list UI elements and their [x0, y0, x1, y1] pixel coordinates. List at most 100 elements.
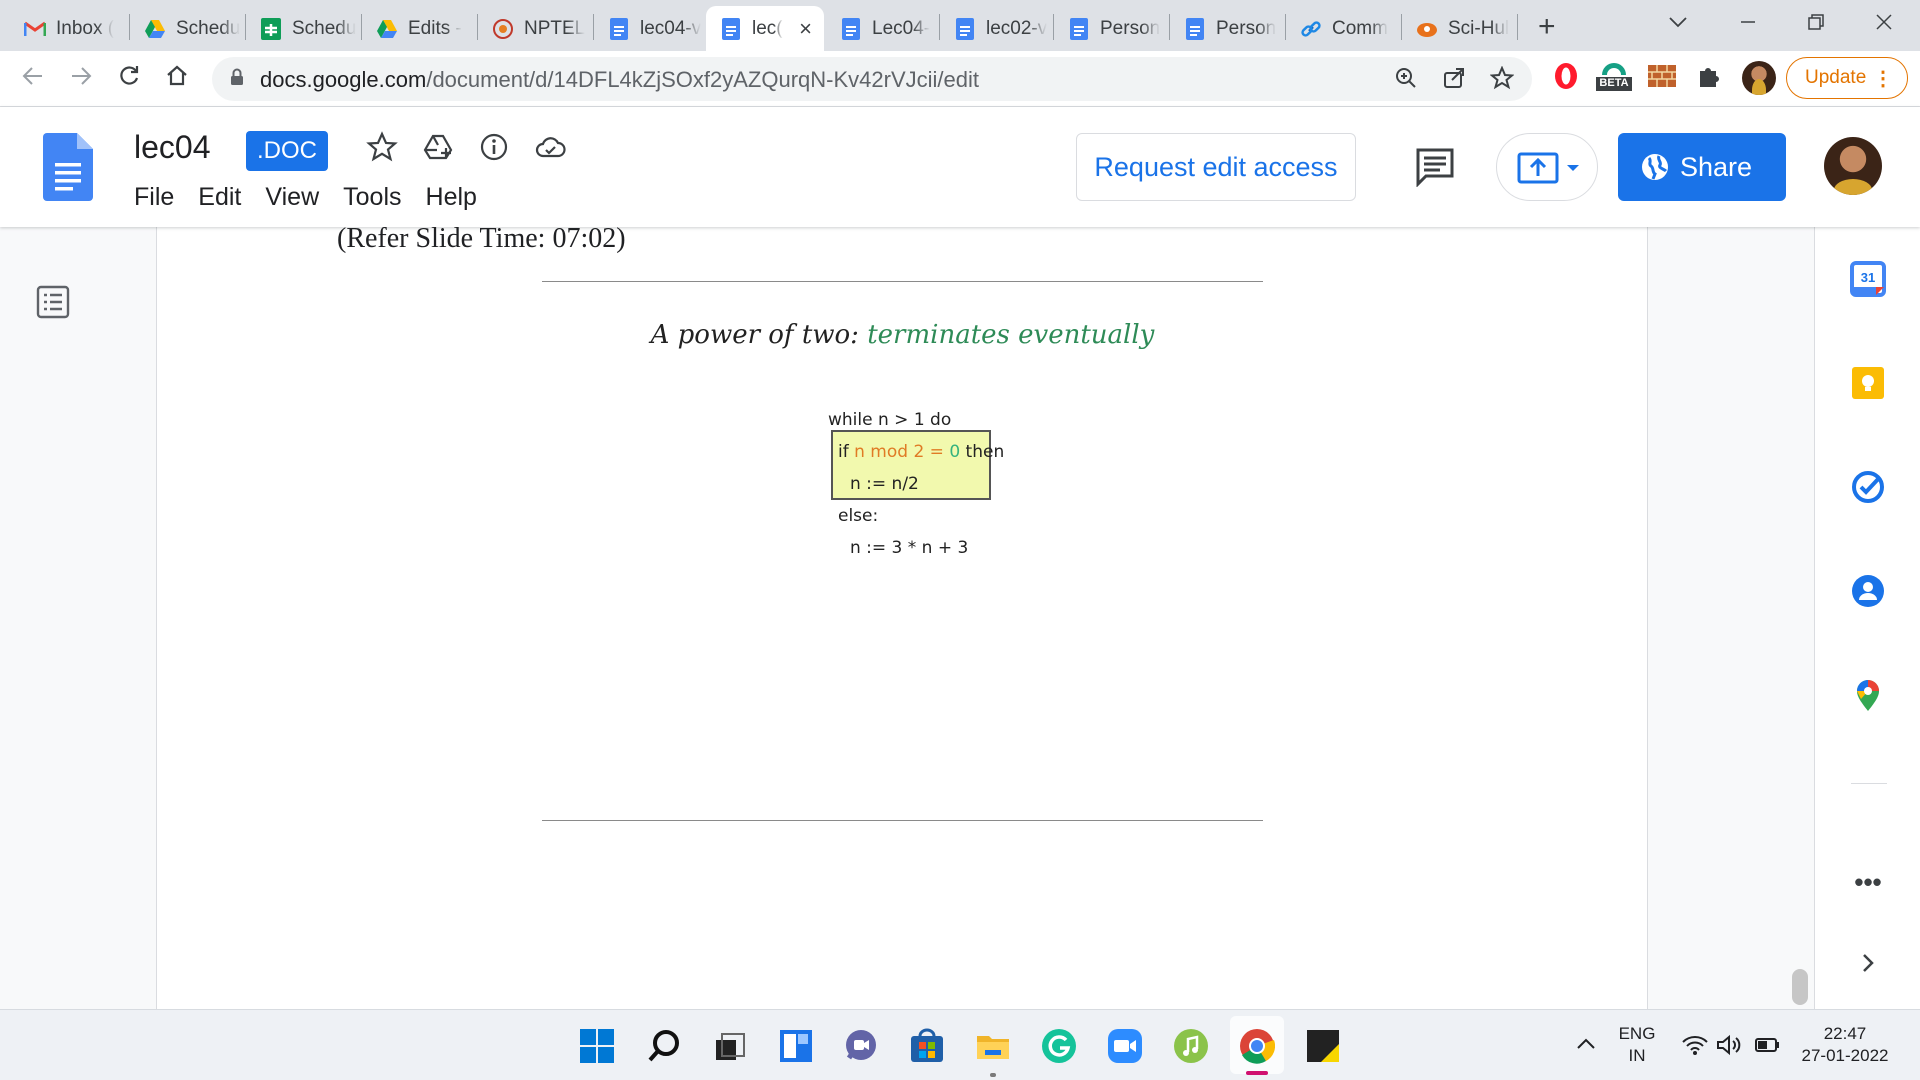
more-horiz-icon[interactable]: •••: [1850, 867, 1886, 903]
google-docs-icon: [1184, 17, 1206, 40]
code-line-while: while n > 1 do: [828, 410, 952, 430]
address-bar[interactable]: docs.google.com/document/d/14DFL4kZjSOxf…: [212, 57, 1532, 101]
docs-header: lec04 .DOC File Edit View Tools Help Req…: [0, 107, 1920, 227]
tab-drive-schedule[interactable]: Schedu: [130, 6, 245, 51]
close-tab-icon[interactable]: ×: [799, 16, 812, 42]
menu-help[interactable]: Help: [426, 183, 477, 212]
tab-docs-person-2[interactable]: Person: [1170, 6, 1285, 51]
document-title[interactable]: lec04: [134, 129, 211, 166]
running-indicator: [990, 1073, 996, 1077]
zoom-icon[interactable]: [1394, 66, 1418, 97]
tab-label: Schedu: [292, 17, 357, 39]
account-avatar[interactable]: [1824, 137, 1882, 195]
google-calendar-icon[interactable]: 31: [1850, 261, 1886, 297]
widgets-icon[interactable]: [778, 1028, 814, 1064]
request-edit-access-button[interactable]: Request edit access: [1076, 133, 1356, 201]
chrome-icon[interactable]: [1239, 1028, 1276, 1064]
tab-sheets-schedule[interactable]: Schedu: [246, 6, 361, 51]
profile-avatar[interactable]: [1742, 61, 1776, 95]
menu-view[interactable]: View: [265, 183, 319, 212]
reload-icon[interactable]: [116, 63, 142, 96]
opera-extension-icon[interactable]: [1552, 61, 1580, 96]
tab-docs-lec04-v[interactable]: lec04-v: [594, 6, 706, 51]
tab-docs-lec04[interactable]: Lec04-: [826, 6, 938, 51]
comment-history-icon[interactable]: [1414, 145, 1456, 187]
zoom-app-icon[interactable]: [1107, 1028, 1143, 1064]
volume-icon[interactable]: [1716, 1034, 1752, 1070]
star-icon[interactable]: [366, 131, 398, 163]
forward-arrow-icon[interactable]: [68, 63, 94, 96]
google-tasks-icon[interactable]: [1850, 469, 1886, 505]
wifi-icon[interactable]: [1682, 1034, 1718, 1070]
document-outline-icon[interactable]: [36, 285, 70, 319]
new-tab-plus-icon[interactable]: +: [1538, 10, 1556, 44]
tab-label: Person: [1100, 17, 1161, 39]
close-window-icon[interactable]: [1874, 12, 1894, 38]
present-button[interactable]: [1496, 133, 1598, 201]
lock-icon[interactable]: [230, 68, 244, 86]
code-line-if: if n mod 2 = 0 then: [838, 442, 1004, 462]
tab-docs-person-1[interactable]: Person: [1054, 6, 1169, 51]
tab-docs-lec04-active[interactable]: lec( ×: [706, 6, 824, 51]
task-view-icon[interactable]: [712, 1028, 748, 1064]
teams-chat-icon[interactable]: [843, 1028, 879, 1064]
menu-edit[interactable]: Edit: [198, 183, 241, 212]
file-explorer-icon[interactable]: [975, 1028, 1011, 1064]
tab-label: Inbox (: [56, 17, 115, 39]
sticky-notes-icon[interactable]: [1305, 1028, 1341, 1064]
update-label: Update: [1805, 67, 1867, 88]
move-to-drive-icon[interactable]: [422, 131, 454, 163]
google-keep-icon[interactable]: [1850, 365, 1886, 401]
google-maps-icon[interactable]: [1850, 677, 1886, 713]
browser-tab-strip: Inbox ( Schedu Schedu Edits - NPTEL lec0…: [0, 0, 1920, 51]
tab-gmail-inbox[interactable]: Inbox (: [10, 6, 128, 51]
share-button[interactable]: Share: [1618, 133, 1786, 201]
chevron-right-icon[interactable]: [1850, 945, 1886, 981]
present-icon: [1517, 152, 1579, 184]
browser-toolbar: docs.google.com/document/d/14DFL4kZjSOxf…: [0, 51, 1920, 107]
google-docs-logo-icon[interactable]: [43, 133, 93, 201]
back-arrow-icon[interactable]: [20, 63, 46, 96]
menu-bar: File Edit View Tools Help: [134, 183, 501, 212]
tab-drive-edits[interactable]: Edits -: [362, 6, 477, 51]
clock-date: 27-01-2022: [1801, 1046, 1889, 1065]
more-vert-icon[interactable]: ⋮: [1873, 66, 1893, 91]
minimize-icon[interactable]: [1738, 12, 1758, 38]
tab-comm[interactable]: Comm: [1286, 6, 1401, 51]
grammarly-icon[interactable]: [1041, 1028, 1077, 1064]
windows-start-icon[interactable]: [579, 1028, 615, 1064]
cloud-saved-icon[interactable]: [534, 131, 566, 163]
windows-taskbar: ENG IN 22:47 27-01-2022: [0, 1009, 1920, 1080]
vertical-scrollbar-thumb[interactable]: [1792, 969, 1808, 1005]
tab-search-chevron-icon[interactable]: [1668, 8, 1688, 34]
beta-extension-icon[interactable]: BETA: [1596, 55, 1632, 96]
tab-nptel[interactable]: NPTEL: [478, 6, 593, 51]
battery-icon[interactable]: [1752, 1034, 1788, 1070]
chevron-up-icon[interactable]: [1574, 1032, 1610, 1068]
google-contacts-icon[interactable]: [1850, 573, 1886, 609]
tab-sci-hub[interactable]: Sci-Hul: [1402, 6, 1517, 51]
bookmark-star-icon[interactable]: [1489, 65, 1515, 97]
language-indicator[interactable]: ENG IN: [1614, 1023, 1660, 1067]
menu-file[interactable]: File: [134, 183, 174, 212]
restore-icon[interactable]: [1806, 12, 1826, 38]
tab-label: lec04-v: [640, 17, 702, 39]
tab-docs-lec02[interactable]: lec02-v: [940, 6, 1052, 51]
extensions-puzzle-icon[interactable]: [1696, 63, 1722, 94]
microsoft-store-icon[interactable]: [909, 1028, 945, 1064]
music-app-icon[interactable]: [1173, 1028, 1209, 1064]
brick-extension-icon[interactable]: [1648, 65, 1676, 92]
share-page-icon[interactable]: [1442, 66, 1466, 97]
region-code: IN: [1628, 1046, 1646, 1065]
calendar-day: 31: [1860, 270, 1876, 285]
document-page[interactable]: (Refer Slide Time: 07:02) A power of two…: [156, 227, 1648, 1009]
clock[interactable]: 22:47 27-01-2022: [1796, 1023, 1894, 1067]
menu-tools[interactable]: Tools: [343, 183, 401, 212]
code-zero: 0: [949, 442, 961, 462]
search-icon[interactable]: [646, 1028, 682, 1064]
home-icon[interactable]: [164, 63, 190, 96]
document-canvas: (Refer Slide Time: 07:02) A power of two…: [0, 227, 1814, 1009]
update-button[interactable]: Update ⋮: [1786, 57, 1908, 99]
info-icon[interactable]: [478, 131, 510, 163]
tab-label: Schedu: [176, 17, 241, 39]
